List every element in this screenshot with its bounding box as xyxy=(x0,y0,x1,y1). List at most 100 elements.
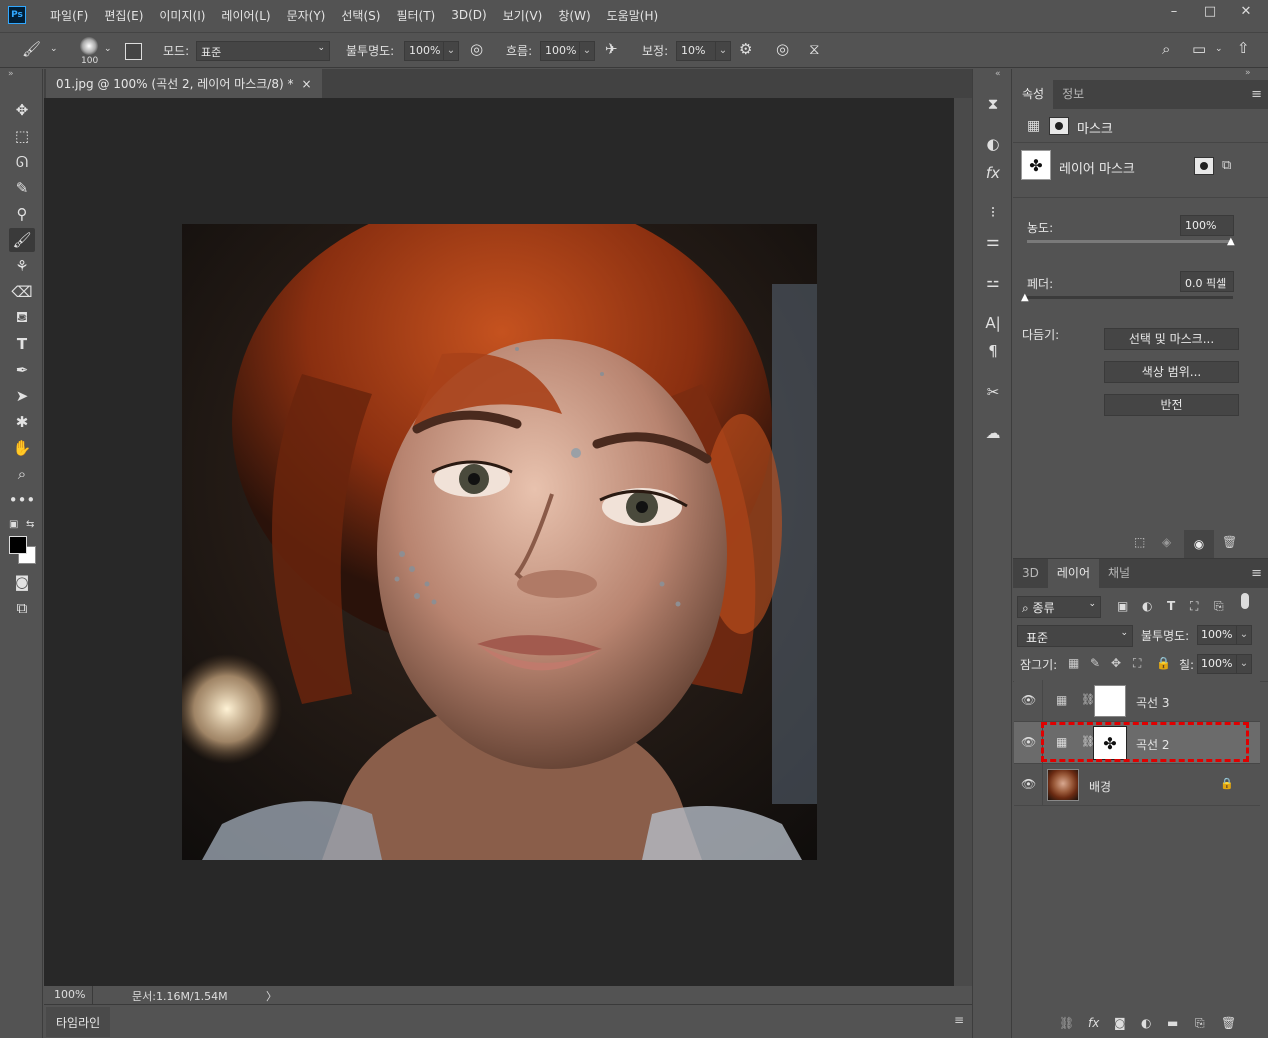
tab-properties[interactable]: 속성 xyxy=(1013,80,1054,109)
feather-slider-track[interactable] xyxy=(1027,296,1233,299)
lock-transparency-icon[interactable]: ▦ xyxy=(1068,656,1079,670)
tools-icon[interactable]: ✂ xyxy=(980,380,1006,404)
chevron-down-icon[interactable]: ⌄ xyxy=(104,45,112,54)
fill-dropdown[interactable]: ⌄ xyxy=(1236,654,1252,674)
minimize-button[interactable]: – xyxy=(1156,0,1192,22)
menu-file[interactable]: 파일(F) xyxy=(42,7,96,24)
menu-3d[interactable]: 3D(D) xyxy=(443,8,494,22)
pressure-opacity-icon[interactable]: ◎ xyxy=(470,42,483,57)
layer-opacity-input[interactable]: 100% xyxy=(1197,625,1237,645)
swap-colors-icon[interactable]: ⇆ xyxy=(26,519,34,530)
vector-mask-icon[interactable]: ⧉ xyxy=(1222,158,1231,173)
layer-row-curves-3[interactable]: 👁 ▦ ⛓ 곡선 3 xyxy=(1014,680,1260,722)
color-range-button[interactable]: 색상 범위... xyxy=(1104,361,1239,383)
flow-input[interactable]: 100% xyxy=(540,41,580,61)
layer-opacity-dropdown[interactable]: ⌄ xyxy=(1236,625,1252,645)
share-icon[interactable]: ⇧ xyxy=(1237,41,1250,56)
filter-shape-icon[interactable]: ⛶ xyxy=(1190,599,1198,614)
eye-icon[interactable]: 👁 xyxy=(1021,693,1036,707)
pressure-size-icon[interactable]: ◎ xyxy=(776,42,789,57)
lasso-tool-icon[interactable]: ᘏ xyxy=(9,150,35,174)
move-tool-icon[interactable]: ✥ xyxy=(9,98,35,122)
flow-dropdown[interactable]: ⌄ xyxy=(579,41,595,61)
menu-view[interactable]: 보기(V) xyxy=(495,7,551,24)
tab-info[interactable]: 정보 xyxy=(1053,80,1093,109)
stamp-tool-icon[interactable]: ⚘ xyxy=(9,254,35,278)
close-icon[interactable]: × xyxy=(301,77,311,91)
chevron-down-icon[interactable]: ⌄ xyxy=(50,45,58,54)
collapse-icon[interactable]: « xyxy=(995,69,1001,79)
menu-layer[interactable]: 레이어(L) xyxy=(213,7,278,24)
eye-icon[interactable]: ◉ xyxy=(1184,530,1214,558)
vertical-scrollbar[interactable] xyxy=(954,98,972,986)
libraries-icon[interactable]: ☁ xyxy=(980,421,1006,445)
folder-icon[interactable]: ▬ xyxy=(1167,1016,1178,1030)
fx-icon[interactable]: fx xyxy=(1088,1016,1099,1030)
blend-mode-select[interactable]: 표준 ⌄ xyxy=(1017,625,1133,647)
marquee-tool-icon[interactable]: ⬚ xyxy=(9,124,35,148)
timeline-tab[interactable]: 타임라인 xyxy=(46,1007,111,1037)
menu-edit[interactable]: 편집(E) xyxy=(96,7,151,24)
workspace-icon[interactable]: ▭ xyxy=(1192,42,1206,57)
clone-source-icon[interactable]: ⚍ xyxy=(980,270,1006,294)
layer-row-background[interactable]: 👁 배경 🔒 xyxy=(1014,764,1260,806)
screen-mode-icon[interactable]: ⧉ xyxy=(9,596,35,620)
styles-icon[interactable]: fx xyxy=(980,161,1006,185)
tab-layers[interactable]: 레이어 xyxy=(1047,559,1099,588)
invert-button[interactable]: 반전 xyxy=(1104,394,1239,416)
opacity-dropdown[interactable]: ⌄ xyxy=(443,41,459,61)
smoothing-input[interactable]: 10% xyxy=(676,41,716,61)
foreground-color-swatch[interactable] xyxy=(9,536,27,554)
menu-help[interactable]: 도움말(H) xyxy=(599,7,667,24)
mask-icon[interactable] xyxy=(1049,117,1069,135)
filter-adjustment-icon[interactable]: ◐ xyxy=(1142,599,1152,613)
eyedropper-tool-icon[interactable]: ⚲ xyxy=(9,202,35,226)
eraser-tool-icon[interactable]: ⌫ xyxy=(9,280,35,304)
filter-smart-object-icon[interactable]: ⎘ xyxy=(1214,599,1224,614)
density-slider-track[interactable] xyxy=(1027,240,1233,243)
lock-pixels-icon[interactable]: ✎ xyxy=(1090,656,1100,670)
zoom-level[interactable]: 100% xyxy=(54,988,85,1001)
brush-preset-icon[interactable]: 🖌 xyxy=(22,42,41,57)
tool-presets-icon[interactable]: ⚌ xyxy=(980,229,1006,253)
density-input[interactable]: 100% xyxy=(1180,215,1234,236)
brush-settings-icon[interactable]: ⁝ xyxy=(980,200,1006,224)
filter-toggle[interactable] xyxy=(1241,593,1249,609)
menu-icon[interactable]: ≡ xyxy=(1251,566,1262,581)
opacity-input[interactable]: 100% xyxy=(404,41,444,61)
document-image[interactable] xyxy=(182,224,817,860)
default-colors-icon[interactable]: ▣ xyxy=(9,519,18,530)
layer-mask-thumbnail[interactable] xyxy=(1094,685,1126,717)
load-selection-icon[interactable]: ⬚ xyxy=(1134,535,1145,549)
eye-icon[interactable]: 👁 xyxy=(1021,777,1036,791)
eye-icon[interactable]: 👁 xyxy=(1021,735,1036,749)
history-icon[interactable]: ⧗ xyxy=(980,92,1006,116)
menu-icon[interactable]: ≡ xyxy=(954,1013,964,1027)
symmetry-icon[interactable]: ⧖ xyxy=(809,42,820,57)
filter-pixel-icon[interactable]: ▣ xyxy=(1117,599,1128,613)
shape-tool-icon[interactable]: ✱ xyxy=(9,410,35,434)
layer-filter-select[interactable]: ⌕ 종류 ⌄ xyxy=(1017,596,1101,618)
link-icon[interactable]: ⛓ xyxy=(1081,693,1095,706)
menu-window[interactable]: 창(W) xyxy=(550,7,598,24)
paint-bucket-tool-icon[interactable]: ⛾ xyxy=(9,306,35,330)
maximize-button[interactable]: □ xyxy=(1192,0,1228,22)
new-adjustment-icon[interactable]: ◐ xyxy=(1141,1016,1151,1030)
trash-icon[interactable]: 🗑 xyxy=(1221,1016,1236,1030)
collapse-icon[interactable]: » xyxy=(8,69,14,79)
curves-adjustment-icon[interactable]: ▦ xyxy=(1027,118,1040,134)
menu-icon[interactable]: ≡ xyxy=(1251,87,1262,102)
status-menu-arrow[interactable]: 〉 xyxy=(266,988,277,1004)
path-select-tool-icon[interactable]: ➤ xyxy=(9,384,35,408)
feather-slider-handle[interactable]: ▲ xyxy=(1021,292,1029,303)
quick-mask-icon[interactable]: ◙ xyxy=(9,570,35,594)
adjustments-icon[interactable]: ◐ xyxy=(980,132,1006,156)
fill-input[interactable]: 100% xyxy=(1197,654,1237,674)
collapse-icon[interactable]: » xyxy=(1245,68,1251,78)
quick-select-tool-icon[interactable]: ✎ xyxy=(9,176,35,200)
document-tab[interactable]: 01.jpg @ 100% (곡선 2, 레이어 마스크/8) * × xyxy=(46,69,322,98)
link-layers-icon[interactable]: ⛓ xyxy=(1059,1016,1074,1030)
apply-mask-icon[interactable]: ◈ xyxy=(1162,535,1171,549)
paragraph-icon[interactable]: ¶ xyxy=(980,339,1006,363)
type-tool-icon[interactable]: T xyxy=(9,332,35,356)
